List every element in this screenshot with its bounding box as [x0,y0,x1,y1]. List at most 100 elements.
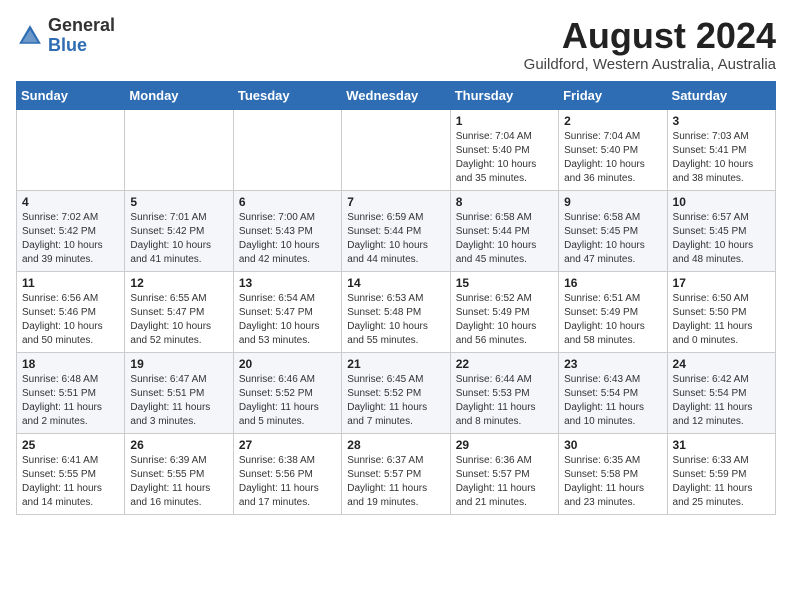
day-content: Sunrise: 6:53 AM Sunset: 5:48 PM Dayligh… [347,292,444,348]
calendar-cell: 31 Sunrise: 6:33 AM Sunset: 5:59 PM Dayli… [667,433,775,514]
day-number: 12 [130,276,227,290]
day-content: Sunrise: 6:43 AM Sunset: 5:54 PM Dayligh… [564,373,661,429]
day-content: Sunrise: 6:44 AM Sunset: 5:53 PM Dayligh… [456,373,553,429]
day-content: Sunrise: 6:45 AM Sunset: 5:52 PM Dayligh… [347,373,444,429]
day-of-week-header: Thursday [450,81,558,109]
day-number: 13 [239,276,336,290]
calendar-cell: 5 Sunrise: 7:01 AM Sunset: 5:42 PM Daylig… [125,190,233,271]
day-content: Sunrise: 7:03 AM Sunset: 5:41 PM Dayligh… [673,130,770,186]
day-number: 6 [239,195,336,209]
calendar-cell: 19Sunrise: 6:47 AM Sunset: 5:51 PM Dayli… [125,352,233,433]
calendar-cell: 10 Sunrise: 6:57 AM Sunset: 5:45 PM Dayli… [667,190,775,271]
calendar-cell: 29 Sunrise: 6:36 AM Sunset: 5:57 PM Dayli… [450,433,558,514]
day-number: 27 [239,438,336,452]
calendar-cell: 8 Sunrise: 6:58 AM Sunset: 5:44 PM Daylig… [450,190,558,271]
day-content: Sunrise: 6:58 AM Sunset: 5:44 PM Dayligh… [456,211,553,267]
day-content: Sunrise: 6:36 AM Sunset: 5:57 PM Dayligh… [456,454,553,510]
calendar-cell: 3 Sunrise: 7:03 AM Sunset: 5:41 PM Daylig… [667,109,775,190]
day-number: 15 [456,276,553,290]
day-content: Sunrise: 6:54 AM Sunset: 5:47 PM Dayligh… [239,292,336,348]
day-number: 20 [239,357,336,371]
day-number: 16 [564,276,661,290]
day-number: 18 [22,357,119,371]
day-content: Sunrise: 6:46 AM Sunset: 5:52 PM Dayligh… [239,373,336,429]
calendar-cell: 20 Sunrise: 6:46 AM Sunset: 5:52 PM Dayli… [233,352,341,433]
day-number: 26 [130,438,227,452]
day-content: Sunrise: 6:52 AM Sunset: 5:49 PM Dayligh… [456,292,553,348]
logo-text: General Blue [48,16,115,56]
calendar-header-row: SundayMondayTuesdayWednesdayThursdayFrid… [17,81,776,109]
calendar-week-row: 4 Sunrise: 7:02 AM Sunset: 5:42 PM Daylig… [17,190,776,271]
calendar-cell: 4 Sunrise: 7:02 AM Sunset: 5:42 PM Daylig… [17,190,125,271]
month-year-title: August 2024 [524,16,776,56]
calendar-cell: 30Sunrise: 6:35 AM Sunset: 5:58 PM Dayli… [559,433,667,514]
calendar-table: SundayMondayTuesdayWednesdayThursdayFrid… [16,81,776,515]
logo-blue: Blue [48,35,87,55]
day-number: 29 [456,438,553,452]
day-number: 24 [673,357,770,371]
day-content: Sunrise: 7:00 AM Sunset: 5:43 PM Dayligh… [239,211,336,267]
calendar-cell: 2 Sunrise: 7:04 AM Sunset: 5:40 PM Daylig… [559,109,667,190]
day-of-week-header: Tuesday [233,81,341,109]
logo-general: General [48,15,115,35]
day-number: 4 [22,195,119,209]
calendar-cell: 26 Sunrise: 6:39 AM Sunset: 5:55 PM Dayli… [125,433,233,514]
calendar-cell: 9 Sunrise: 6:58 AM Sunset: 5:45 PM Daylig… [559,190,667,271]
calendar-cell: 28Sunrise: 6:37 AM Sunset: 5:57 PM Dayli… [342,433,450,514]
day-content: Sunrise: 6:42 AM Sunset: 5:54 PM Dayligh… [673,373,770,429]
day-number: 9 [564,195,661,209]
calendar-cell: 23 Sunrise: 6:43 AM Sunset: 5:54 PM Dayli… [559,352,667,433]
calendar-week-row: 25 Sunrise: 6:41 AM Sunset: 5:55 PM Dayli… [17,433,776,514]
day-number: 5 [130,195,227,209]
day-number: 17 [673,276,770,290]
day-content: Sunrise: 6:41 AM Sunset: 5:55 PM Dayligh… [22,454,119,510]
day-number: 28 [347,438,444,452]
day-content: Sunrise: 6:51 AM Sunset: 5:49 PM Dayligh… [564,292,661,348]
day-number: 22 [456,357,553,371]
calendar-cell [17,109,125,190]
calendar-cell: 27 Sunrise: 6:38 AM Sunset: 5:56 PM Dayli… [233,433,341,514]
day-content: Sunrise: 7:04 AM Sunset: 5:40 PM Dayligh… [564,130,661,186]
day-number: 2 [564,114,661,128]
calendar-cell [125,109,233,190]
day-of-week-header: Monday [125,81,233,109]
day-content: Sunrise: 6:39 AM Sunset: 5:55 PM Dayligh… [130,454,227,510]
day-content: Sunrise: 6:35 AM Sunset: 5:58 PM Dayligh… [564,454,661,510]
calendar-cell: 6 Sunrise: 7:00 AM Sunset: 5:43 PM Daylig… [233,190,341,271]
day-number: 3 [673,114,770,128]
day-number: 1 [456,114,553,128]
calendar-cell: 11Sunrise: 6:56 AM Sunset: 5:46 PM Dayli… [17,271,125,352]
calendar-week-row: 18 Sunrise: 6:48 AM Sunset: 5:51 PM Dayli… [17,352,776,433]
day-number: 7 [347,195,444,209]
day-number: 10 [673,195,770,209]
calendar-cell: 24 Sunrise: 6:42 AM Sunset: 5:54 PM Dayli… [667,352,775,433]
day-content: Sunrise: 7:02 AM Sunset: 5:42 PM Dayligh… [22,211,119,267]
day-number: 21 [347,357,444,371]
day-number: 14 [347,276,444,290]
calendar-cell: 12Sunrise: 6:55 AM Sunset: 5:47 PM Dayli… [125,271,233,352]
day-content: Sunrise: 6:33 AM Sunset: 5:59 PM Dayligh… [673,454,770,510]
logo: General Blue [16,16,115,56]
calendar-cell [233,109,341,190]
day-content: Sunrise: 6:56 AM Sunset: 5:46 PM Dayligh… [22,292,119,348]
calendar-cell: 13 Sunrise: 6:54 AM Sunset: 5:47 PM Dayli… [233,271,341,352]
day-of-week-header: Wednesday [342,81,450,109]
day-content: Sunrise: 6:57 AM Sunset: 5:45 PM Dayligh… [673,211,770,267]
day-number: 23 [564,357,661,371]
day-content: Sunrise: 6:48 AM Sunset: 5:51 PM Dayligh… [22,373,119,429]
day-number: 8 [456,195,553,209]
day-content: Sunrise: 6:59 AM Sunset: 5:44 PM Dayligh… [347,211,444,267]
day-content: Sunrise: 6:38 AM Sunset: 5:56 PM Dayligh… [239,454,336,510]
day-of-week-header: Friday [559,81,667,109]
day-content: Sunrise: 7:01 AM Sunset: 5:42 PM Dayligh… [130,211,227,267]
location-subtitle: Guildford, Western Australia, Australia [524,56,776,73]
calendar-cell: 21 Sunrise: 6:45 AM Sunset: 5:52 PM Dayli… [342,352,450,433]
day-number: 25 [22,438,119,452]
day-number: 31 [673,438,770,452]
calendar-cell: 1 Sunrise: 7:04 AM Sunset: 5:40 PM Daylig… [450,109,558,190]
calendar-cell: 7 Sunrise: 6:59 AM Sunset: 5:44 PM Daylig… [342,190,450,271]
day-content: Sunrise: 6:58 AM Sunset: 5:45 PM Dayligh… [564,211,661,267]
day-content: Sunrise: 7:04 AM Sunset: 5:40 PM Dayligh… [456,130,553,186]
day-content: Sunrise: 6:50 AM Sunset: 5:50 PM Dayligh… [673,292,770,348]
page-header: General Blue August 2024 Guildford, West… [16,16,776,73]
